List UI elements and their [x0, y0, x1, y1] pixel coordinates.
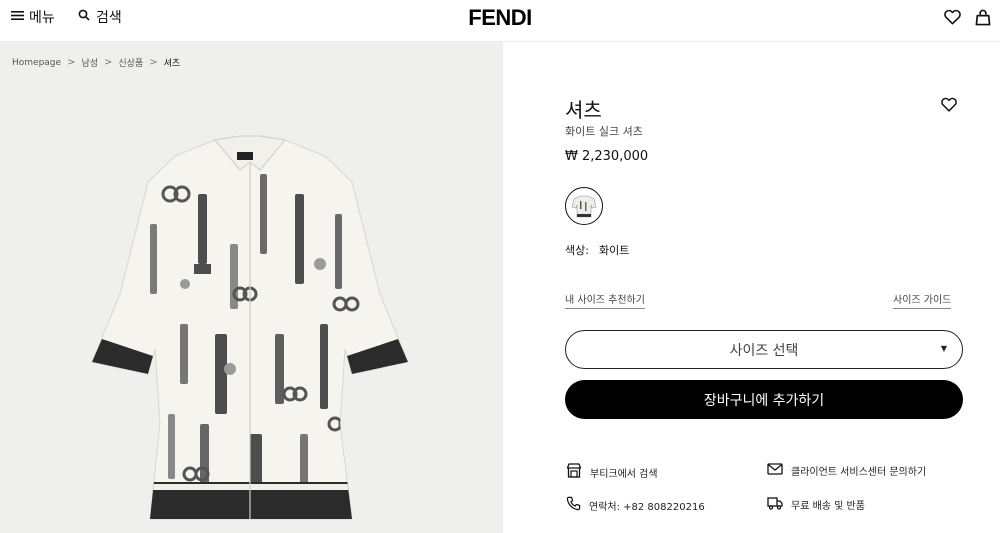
store-icon — [566, 463, 582, 481]
color-value: 화이트 — [598, 244, 630, 257]
breadcrumb-separator: > — [104, 57, 113, 68]
top-header: 메뉴 검색 FENDI — [0, 0, 1000, 42]
product-info-panel: 셔츠 화이트 실크 셔츠 ₩ 2,230,000 색상: 화이트 내 사이즈 추… — [503, 42, 1000, 533]
product-price: ₩ 2,230,000 — [565, 149, 649, 164]
product-subtitle: 화이트 실크 셔츠 — [565, 125, 643, 138]
add-to-cart-label: 장바구니에 추가하기 — [703, 392, 825, 409]
shipping-returns-label: 무료 배송 및 반품 — [791, 501, 865, 512]
caret-down-icon: ▼ — [940, 344, 947, 353]
size-recommend-link[interactable]: 내 사이즈 추천하기 — [565, 291, 645, 309]
search-label: 검색 — [96, 10, 122, 26]
heart-icon[interactable] — [943, 8, 961, 26]
delivery-truck-icon — [767, 496, 783, 513]
menu-button[interactable]: 메뉴 — [11, 7, 55, 27]
menu-label: 메뉴 — [29, 10, 55, 26]
product-title: 셔츠 — [565, 98, 602, 122]
breadcrumb-men[interactable]: 남성 — [81, 56, 98, 69]
swatch-shirt-thumbnail — [571, 195, 597, 218]
add-to-cart-button[interactable]: 장바구니에 추가하기 — [565, 380, 963, 419]
breadcrumb: Homepage > 남성 > 신상품 > 셔츠 — [12, 56, 180, 69]
fendi-logo[interactable]: FENDI — [468, 5, 532, 30]
bag-icon[interactable] — [974, 8, 992, 26]
boutique-search-link[interactable]: 부티크에서 검색 — [566, 463, 658, 481]
breadcrumb-new-arrivals[interactable]: 신상품 — [118, 56, 143, 69]
wishlist-heart-icon[interactable] — [941, 97, 957, 116]
shipping-returns-link[interactable]: 무료 배송 및 반품 — [767, 496, 865, 513]
color-info: 색상: 화이트 — [565, 242, 629, 258]
shirt-product-image[interactable] — [90, 134, 410, 524]
search-button[interactable]: 검색 — [78, 7, 122, 27]
phone-contact-link[interactable]: 연락처: +82 808220216 — [566, 496, 705, 514]
color-swatch[interactable] — [565, 187, 603, 225]
product-image-panel: Homepage > 남성 > 신상품 > 셔츠 — [0, 42, 503, 533]
client-service-label: 클라이언트 서비스센터 문의하기 — [791, 467, 927, 478]
breadcrumb-current: 셔츠 — [163, 59, 181, 69]
size-guide-link[interactable]: 사이즈 가이드 — [893, 291, 952, 309]
hamburger-icon — [11, 9, 24, 25]
breadcrumb-separator: > — [149, 57, 158, 68]
phone-contact-label: 연락처: +82 808220216 — [589, 501, 705, 513]
search-icon — [78, 9, 90, 25]
breadcrumb-separator: > — [67, 57, 76, 68]
boutique-search-label: 부티크에서 검색 — [590, 468, 658, 480]
size-select-dropdown[interactable]: 사이즈 선택 ▼ — [565, 330, 963, 369]
size-select-label: 사이즈 선택 — [729, 342, 799, 359]
breadcrumb-home[interactable]: Homepage — [12, 58, 61, 68]
phone-icon — [566, 496, 581, 514]
client-service-link[interactable]: 클라이언트 서비스센터 문의하기 — [767, 463, 926, 478]
mail-icon — [767, 463, 783, 478]
color-label: 색상: — [565, 244, 589, 257]
